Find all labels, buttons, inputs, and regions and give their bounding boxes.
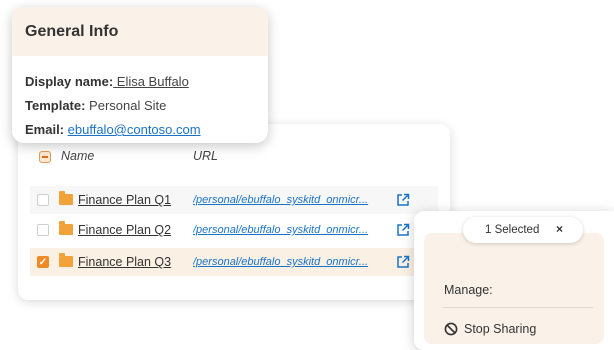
table-row[interactable]: Finance Plan Q2 /personal/ebuffalo_syski… bbox=[30, 216, 438, 244]
general-info-card: General Info Display name: Elisa Buffalo… bbox=[12, 7, 268, 143]
general-info-body: Display name: Elisa Buffalo Template: Pe… bbox=[12, 56, 268, 142]
email-line: Email: ebuffalo@contoso.com bbox=[25, 118, 255, 142]
display-name-value: Elisa Buffalo bbox=[113, 74, 189, 89]
table-header: Name URL bbox=[18, 142, 450, 170]
template-line: Template: Personal Site bbox=[25, 94, 255, 118]
folder-icon bbox=[59, 191, 73, 205]
file-name-link[interactable]: Finance Plan Q2 bbox=[78, 223, 171, 237]
file-name-link[interactable]: Finance Plan Q1 bbox=[78, 193, 171, 207]
selection-pill: 1 Selected × bbox=[463, 217, 583, 243]
display-name-label: Display name: bbox=[25, 74, 114, 89]
row-checkbox[interactable] bbox=[37, 194, 49, 206]
file-url-link[interactable]: /personal/ebuffalo_syskitd_onmicr... bbox=[193, 224, 393, 236]
table-row[interactable]: ✓ Finance Plan Q3 /personal/ebuffalo_sys… bbox=[30, 248, 438, 276]
table-row[interactable]: Finance Plan Q1 /personal/ebuffalo_syski… bbox=[30, 186, 438, 214]
file-url-link[interactable]: /personal/ebuffalo_syskitd_onmicr... bbox=[193, 256, 393, 268]
file-table-card: Name URL Finance Plan Q1 /personal/ebuff… bbox=[18, 124, 450, 300]
email-link[interactable]: ebuffalo@contoso.com bbox=[68, 122, 201, 137]
general-info-title: General Info bbox=[12, 7, 268, 56]
email-label: Email: bbox=[25, 122, 65, 137]
manage-actions: Manage: Stop Sharing bbox=[424, 233, 604, 344]
file-name-link[interactable]: Finance Plan Q3 bbox=[78, 255, 171, 269]
column-header-name[interactable]: Name bbox=[61, 149, 94, 163]
manage-label: Manage: bbox=[444, 283, 493, 297]
stop-icon bbox=[444, 322, 458, 336]
row-checkbox-checked[interactable]: ✓ bbox=[37, 256, 49, 268]
clear-selection-close-icon[interactable]: × bbox=[556, 222, 563, 236]
external-link-icon[interactable] bbox=[396, 255, 410, 269]
template-label: Template: bbox=[25, 98, 86, 113]
display-name-line: Display name: Elisa Buffalo bbox=[25, 70, 255, 94]
manage-panel: 1 Selected × Manage: Stop Sharing bbox=[414, 211, 614, 350]
template-value: Personal Site bbox=[85, 98, 167, 113]
column-header-url[interactable]: URL bbox=[193, 149, 218, 163]
folder-icon bbox=[59, 253, 73, 267]
folder-icon bbox=[59, 221, 73, 235]
select-all-indeterminate-icon bbox=[39, 151, 51, 163]
divider bbox=[443, 307, 593, 308]
file-url-link[interactable]: /personal/ebuffalo_syskitd_onmicr... bbox=[193, 194, 393, 206]
selection-count: 1 Selected bbox=[485, 224, 540, 236]
external-link-icon[interactable] bbox=[396, 223, 410, 237]
external-link-icon[interactable] bbox=[396, 193, 410, 207]
row-checkbox[interactable] bbox=[37, 224, 49, 236]
stop-sharing-label: Stop Sharing bbox=[464, 322, 537, 336]
